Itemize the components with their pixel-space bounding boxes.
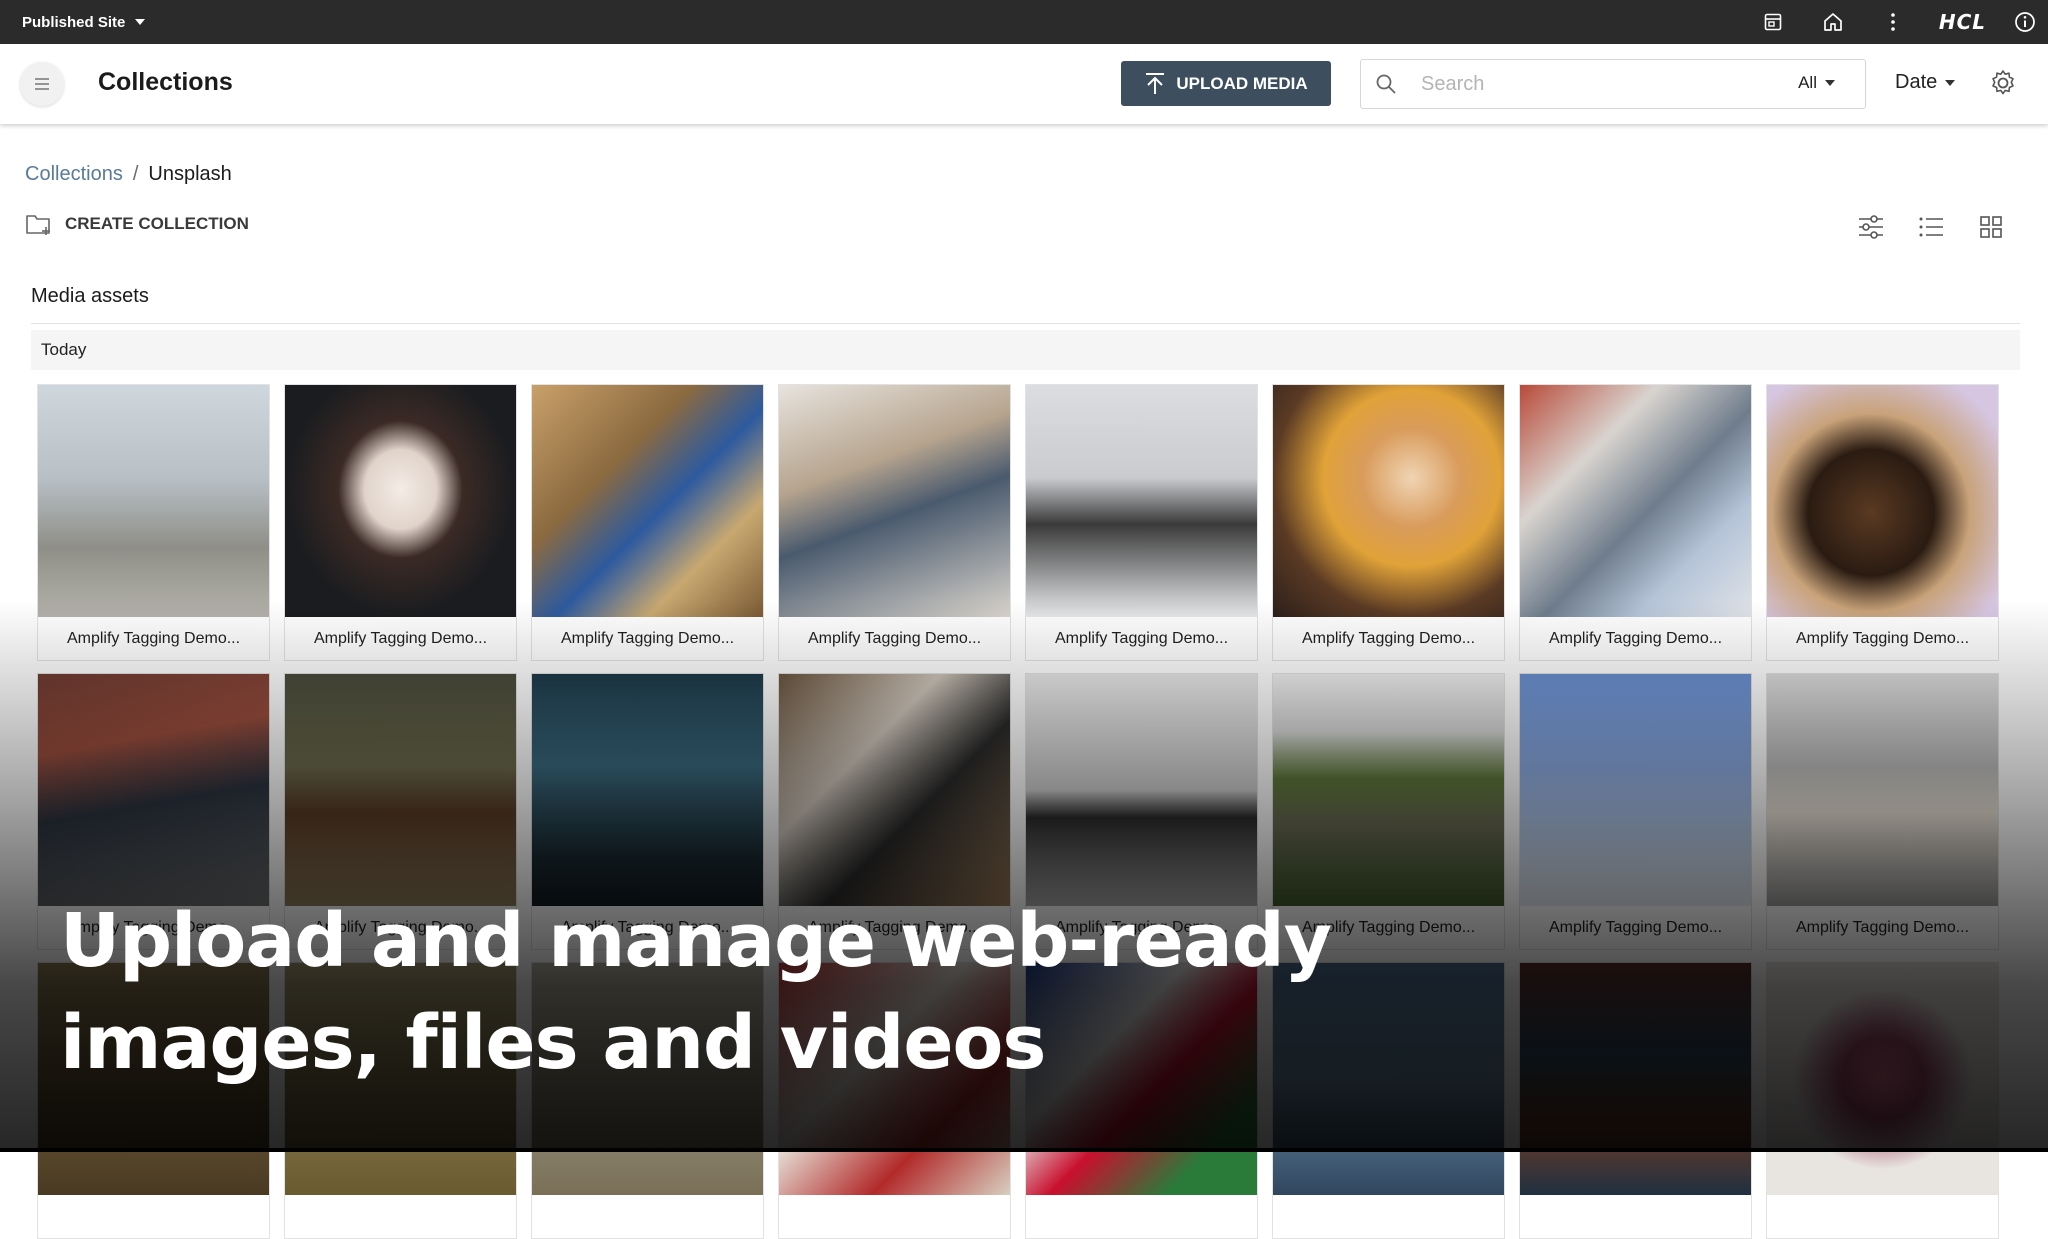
top-bar: Published Site HCL [0, 0, 2048, 44]
asset-thumbnail [285, 674, 516, 906]
chevron-down-icon [1945, 79, 1956, 86]
asset-card[interactable]: Amplify Tagging Demo... [1519, 384, 1752, 661]
grid-icon [1980, 216, 2002, 238]
asset-caption: Amplify Tagging Demo... [1795, 919, 1970, 936]
asset-caption [38, 1195, 269, 1239]
gear-icon [1992, 70, 2014, 95]
grid-view-button[interactable] [1976, 212, 2006, 242]
create-collection-label: CREATE COLLECTION [65, 214, 249, 233]
top-bar-icons: HCL [1743, 0, 2048, 44]
search-scope-value: All [1798, 73, 1817, 92]
search-icon [1376, 74, 1396, 94]
breadcrumb: Collections / Unsplash [25, 163, 232, 186]
breadcrumb-separator: / [132, 163, 139, 185]
asset-thumbnail [779, 674, 1010, 906]
search-input[interactable] [1419, 68, 1723, 100]
hamburger-icon [35, 78, 49, 90]
search-scope-dropdown[interactable]: All [1798, 73, 1835, 93]
sort-dropdown[interactable]: Date [1895, 71, 1956, 94]
asset-caption: Amplify Tagging Demo... [1548, 630, 1723, 647]
asset-card[interactable]: Amplify Tagging Demo... [1025, 384, 1258, 661]
asset-card[interactable]: Amplify Tagging Demo... [778, 384, 1011, 661]
overlay-caption: Upload and manage web-ready images, file… [60, 898, 1332, 1086]
asset-thumbnail [532, 385, 763, 617]
home-icon[interactable] [1803, 0, 1863, 44]
sliders-icon [1859, 215, 1883, 239]
asset-caption: Amplify Tagging Demo... [1054, 630, 1229, 647]
asset-caption [1767, 1195, 1998, 1239]
asset-card[interactable] [1766, 962, 1999, 1239]
asset-card[interactable]: Amplify Tagging Demo... [1766, 384, 1999, 661]
asset-thumbnail [38, 674, 269, 906]
asset-card[interactable]: Amplify Tagging Demo... [1766, 673, 1999, 950]
asset-card[interactable]: Amplify Tagging Demo... [1272, 384, 1505, 661]
divider [31, 323, 2020, 324]
menu-button[interactable] [20, 62, 64, 106]
asset-thumbnail [1273, 385, 1504, 617]
page-header: Collections UPLOAD MEDIA All Date [0, 44, 2048, 124]
asset-caption: Amplify Tagging Demo... [313, 630, 488, 647]
asset-card[interactable]: Amplify Tagging Demo... [37, 384, 270, 661]
chevron-down-icon [135, 19, 146, 25]
asset-thumbnail [532, 674, 763, 906]
upload-media-button[interactable]: UPLOAD MEDIA [1121, 61, 1331, 106]
asset-thumbnail [1767, 963, 1998, 1195]
asset-thumbnail [1767, 674, 1998, 906]
asset-thumbnail [1520, 674, 1751, 906]
folder-add-icon [26, 215, 50, 235]
asset-caption: Amplify Tagging Demo... [807, 630, 982, 647]
asset-card[interactable]: Amplify Tagging Demo... [531, 384, 764, 661]
site-selector-dropdown[interactable]: Published Site [22, 0, 146, 44]
asset-caption [532, 1195, 763, 1239]
asset-caption: Amplify Tagging Demo... [1795, 630, 1970, 647]
upload-icon [1146, 72, 1165, 94]
hcl-logo: HCL [1938, 10, 1986, 34]
preview-icon[interactable] [1743, 0, 1803, 44]
asset-thumbnail [1273, 674, 1504, 906]
asset-thumbnail [1520, 385, 1751, 617]
list-icon [1919, 217, 1943, 237]
asset-caption [1520, 1195, 1751, 1239]
sort-value: Date [1895, 71, 1938, 93]
bottom-strip [0, 1148, 2048, 1152]
date-group-header: Today [31, 330, 2020, 370]
asset-card[interactable]: Amplify Tagging Demo... [284, 384, 517, 661]
view-tools [1856, 212, 2006, 242]
site-selector-label: Published Site [22, 13, 126, 31]
chevron-down-icon [1825, 80, 1835, 86]
asset-thumbnail [1767, 385, 1998, 617]
list-view-button[interactable] [1916, 212, 1946, 242]
create-collection-button[interactable]: CREATE COLLECTION [25, 212, 249, 236]
asset-caption: Amplify Tagging Demo... [560, 630, 735, 647]
filter-button[interactable] [1856, 212, 1886, 242]
breadcrumb-collections-link[interactable]: Collections [25, 163, 123, 186]
asset-caption [1026, 1195, 1257, 1239]
asset-caption: Amplify Tagging Demo... [1301, 630, 1476, 647]
upload-media-label: UPLOAD MEDIA [1176, 73, 1308, 93]
info-icon[interactable] [2002, 0, 2048, 44]
asset-thumbnail [38, 385, 269, 617]
more-vert-icon[interactable] [1863, 0, 1923, 44]
date-group-label: Today [41, 340, 87, 359]
asset-thumbnail [285, 385, 516, 617]
breadcrumb-current: Unsplash [148, 163, 232, 185]
asset-caption: Amplify Tagging Demo... [66, 630, 241, 647]
section-title: Media assets [31, 285, 149, 307]
settings-button[interactable] [1988, 68, 2018, 103]
asset-thumbnail [1026, 674, 1257, 906]
asset-thumbnail [1026, 385, 1257, 617]
asset-thumbnail [779, 385, 1010, 617]
asset-caption [779, 1195, 1010, 1239]
page-title: Collections [98, 68, 233, 96]
asset-caption [1273, 1195, 1504, 1239]
search-box: All [1360, 59, 1866, 109]
asset-caption [285, 1195, 516, 1239]
